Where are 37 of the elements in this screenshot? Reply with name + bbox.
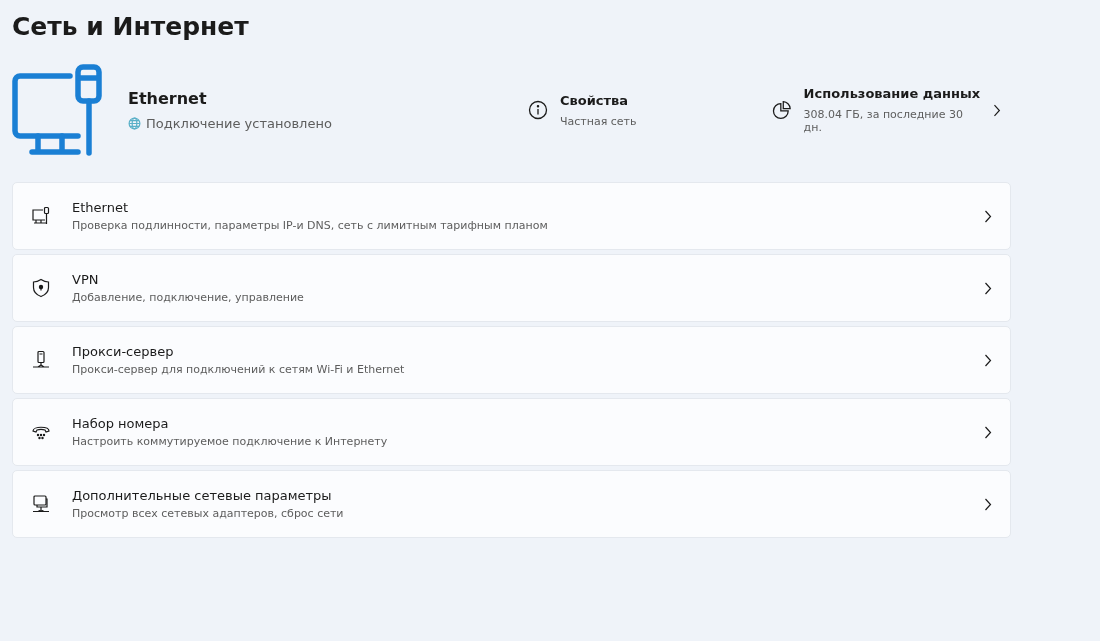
page-title: Сеть и Интернет — [12, 11, 250, 43]
card-title: Прокси-сервер — [72, 344, 175, 359]
card-title: VPN — [72, 272, 100, 287]
card-description: Настроить коммутируемое подключение к Интернету — [72, 435, 389, 448]
card-description: Добавление, подключение, управление — [72, 291, 305, 304]
data-usage-link[interactable]: Использование данных 308.04 ГБ, за последние 30 дн. — [772, 86, 1011, 134]
properties-link[interactable]: Свойства Частная сеть — [528, 92, 772, 128]
chevron-right-icon — [984, 281, 992, 295]
settings-card[interactable]: Набор номера Настроить коммутируемое подключение к Интернету — [12, 398, 1011, 466]
chevron-right-icon — [984, 425, 992, 439]
settings-card[interactable]: Дополнительные сетевые параметры Просмотр всех сетевых адаптеров, сброс сети — [12, 470, 1011, 538]
globe-icon — [128, 117, 141, 130]
card-description: Проверка подлинности, параметры IP-и DNS, сеть с лимитным тарифным планом — [72, 219, 549, 232]
settings-card[interactable]: Прокси-сервер Прокси-сервер для подключений к сетям Wi-Fi и Ethernet — [12, 326, 1011, 394]
server-network-icon — [31, 350, 51, 370]
chevron-right-icon — [993, 103, 1001, 117]
properties-subtitle: Частная сеть — [560, 114, 637, 128]
settings-card[interactable]: Ethernet Проверка подлинности, параметры IP-и DNS, сеть с лимитным тарифным планом — [12, 182, 1011, 250]
chevron-right-icon — [984, 209, 992, 223]
data-usage-subtitle: 308.04 ГБ, за последние 30 дн. — [803, 108, 964, 134]
info-icon — [528, 100, 548, 120]
settings-card[interactable]: VPN Добавление, подключение, управление — [12, 254, 1011, 322]
shield-lock-icon — [32, 278, 50, 298]
card-title: Набор номера — [72, 416, 170, 431]
chevron-right-icon — [984, 497, 992, 511]
data-usage-title: Использование данных — [803, 86, 982, 101]
chevron-right-icon — [984, 353, 992, 367]
connection-name: Ethernet — [128, 89, 208, 108]
card-description: Прокси-сервер для подключений к сетям Wi-Fi и Ethernet — [72, 363, 406, 376]
card-title: Ethernet — [72, 200, 129, 215]
monitor-network-icon — [31, 494, 51, 514]
monitor-cable-icon — [31, 206, 51, 226]
pie-chart-icon — [772, 100, 792, 120]
card-description: Просмотр всех сетевых адаптеров, сброс сети — [72, 507, 345, 520]
connection-status: Подключение установлено — [146, 116, 332, 131]
card-title: Дополнительные сетевые параметры — [72, 488, 333, 503]
properties-title: Свойства — [560, 92, 630, 108]
